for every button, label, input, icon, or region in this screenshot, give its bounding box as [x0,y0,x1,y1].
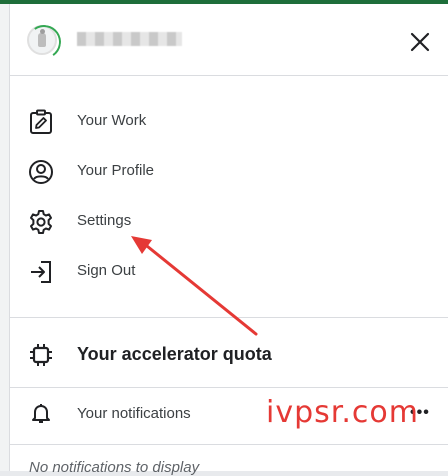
close-button[interactable] [408,30,432,54]
close-icon [410,32,430,52]
avatar-figure-icon [38,29,46,47]
account-circle-icon [29,160,53,184]
gear-icon [30,210,52,234]
menu-item-settings[interactable]: Settings [10,196,448,246]
watermark-text: ivpsr.com [266,395,419,430]
edit-document-icon [30,109,52,134]
menu-item-label: Sign Out [77,262,136,279]
notifications-label: Your notifications [77,405,191,422]
sign-out-icon [31,261,51,283]
menu-item-your-work[interactable]: Your Work [10,96,448,146]
divider [10,317,448,318]
menu-item-label: Your Work [77,112,147,129]
account-menu-panel: Your Work Your Profile Settings Sign Out… [9,4,448,476]
accelerator-quota-link[interactable]: Your accelerator quota [10,328,448,378]
background-page-edge [0,4,9,471]
empty-notifications-text: No notifications to display [29,459,200,476]
menu-item-sign-out[interactable]: Sign Out [10,246,448,296]
divider [10,444,448,445]
username-blurred [77,32,182,46]
chip-icon [30,344,52,366]
avatar[interactable] [27,25,57,55]
accelerator-quota-label: Your accelerator quota [77,344,272,364]
menu-item-label: Your Profile [77,162,154,179]
bell-icon [32,404,50,423]
panel-header [10,4,448,76]
menu-item-your-profile[interactable]: Your Profile [10,146,448,196]
menu-item-label: Settings [77,212,132,229]
